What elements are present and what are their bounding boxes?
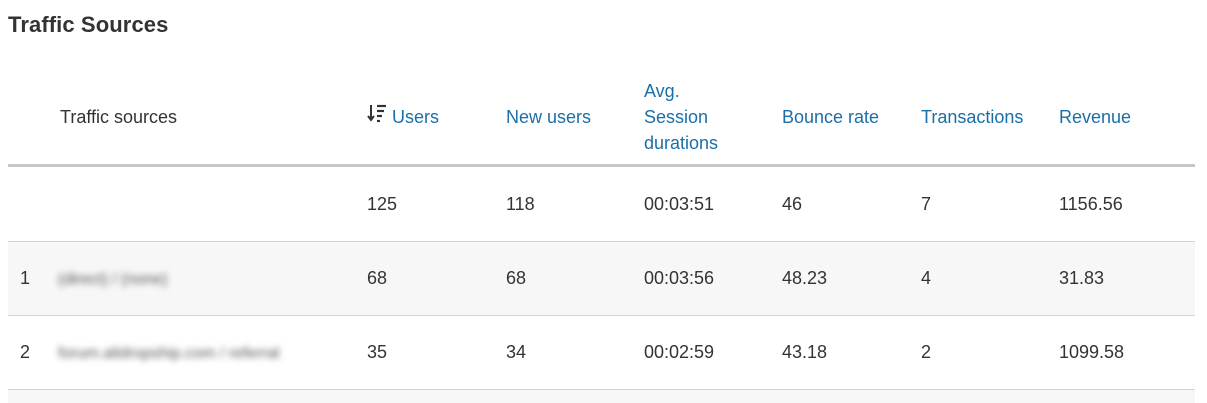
revenue-cell: 1099.58	[1059, 315, 1195, 390]
column-label-bounce-rate[interactable]: Bounce rate	[782, 107, 879, 127]
new-users-cell: 34	[506, 315, 644, 390]
avg-session-cell: 00:03:56	[644, 241, 782, 316]
table-row[interactable]: 1 (direct) / (none) 68 68 00:03:56 48.23 …	[8, 241, 1195, 316]
new-users-cell: 68	[506, 241, 644, 316]
bounce-rate-cell: 48.23	[782, 241, 921, 316]
column-label-users[interactable]: Users	[392, 107, 439, 127]
column-label-avg-session-durations[interactable]: Avg. Session durations	[644, 81, 718, 153]
table-header-row: Traffic sources Users New users Avg. Ses…	[8, 70, 1195, 167]
transactions-cell: 4	[921, 241, 1059, 316]
bounce-rate-cell: 43.18	[782, 315, 921, 390]
transactions-cell: 2	[921, 315, 1059, 390]
column-label-transactions[interactable]: Transactions	[921, 107, 1023, 127]
column-label-new-users[interactable]: New users	[506, 107, 591, 127]
column-header-new-users[interactable]: New users	[506, 70, 644, 167]
row-index: 1	[20, 268, 31, 288]
source-name: forum.alidropship.com / referral	[58, 345, 280, 362]
totals-revenue: 1156.56	[1059, 165, 1195, 242]
source-cell: 2 forum.alidropship.com / referral	[8, 315, 367, 390]
totals-bounce-rate: 46	[782, 165, 921, 242]
traffic-sources-table: Traffic sources Users New users Avg. Ses…	[8, 70, 1195, 403]
avg-session-cell: 00:02:59	[644, 315, 782, 390]
column-label-traffic-sources: Traffic sources	[60, 107, 178, 127]
totals-new-users: 118	[506, 165, 644, 242]
table-row[interactable]: 2 forum.alidropship.com / referral 35 34 …	[8, 315, 1195, 390]
widget-title: Traffic Sources	[8, 12, 169, 37]
totals-avg-session: 00:03:51	[644, 165, 782, 242]
totals-row: 125 118 00:03:51 46 7 1156.56	[8, 165, 1195, 242]
column-header-traffic-sources: Traffic sources	[8, 70, 367, 167]
source-name: (direct) / (none)	[58, 271, 168, 288]
revenue-cell: 31.83	[1059, 241, 1195, 316]
source-cell: 1 (direct) / (none)	[8, 241, 367, 316]
users-cell: 35	[367, 315, 506, 390]
column-header-revenue[interactable]: Revenue	[1059, 70, 1195, 167]
totals-transactions: 7	[921, 165, 1059, 242]
traffic-sources-widget: Traffic Sources Traffic sources Users Ne…	[0, 0, 1207, 403]
column-header-avg-session-durations[interactable]: Avg. Session durations	[644, 70, 782, 167]
totals-label-cell	[8, 165, 367, 242]
column-label-avg-line3: durations	[644, 133, 719, 153]
column-label-revenue[interactable]: Revenue	[1059, 107, 1131, 127]
users-cell: 68	[367, 241, 506, 316]
sort-descending-icon[interactable]	[367, 103, 387, 130]
column-header-transactions[interactable]: Transactions	[921, 70, 1059, 167]
partial-row-cell	[8, 389, 1195, 403]
totals-users: 125	[367, 165, 506, 242]
column-header-users[interactable]: Users	[367, 70, 506, 167]
table-row-partial	[8, 389, 1195, 403]
column-header-bounce-rate[interactable]: Bounce rate	[782, 70, 921, 167]
row-index: 2	[20, 342, 31, 362]
column-label-avg-line2: Session	[644, 107, 709, 127]
column-label-avg-line1: Avg.	[644, 81, 680, 101]
